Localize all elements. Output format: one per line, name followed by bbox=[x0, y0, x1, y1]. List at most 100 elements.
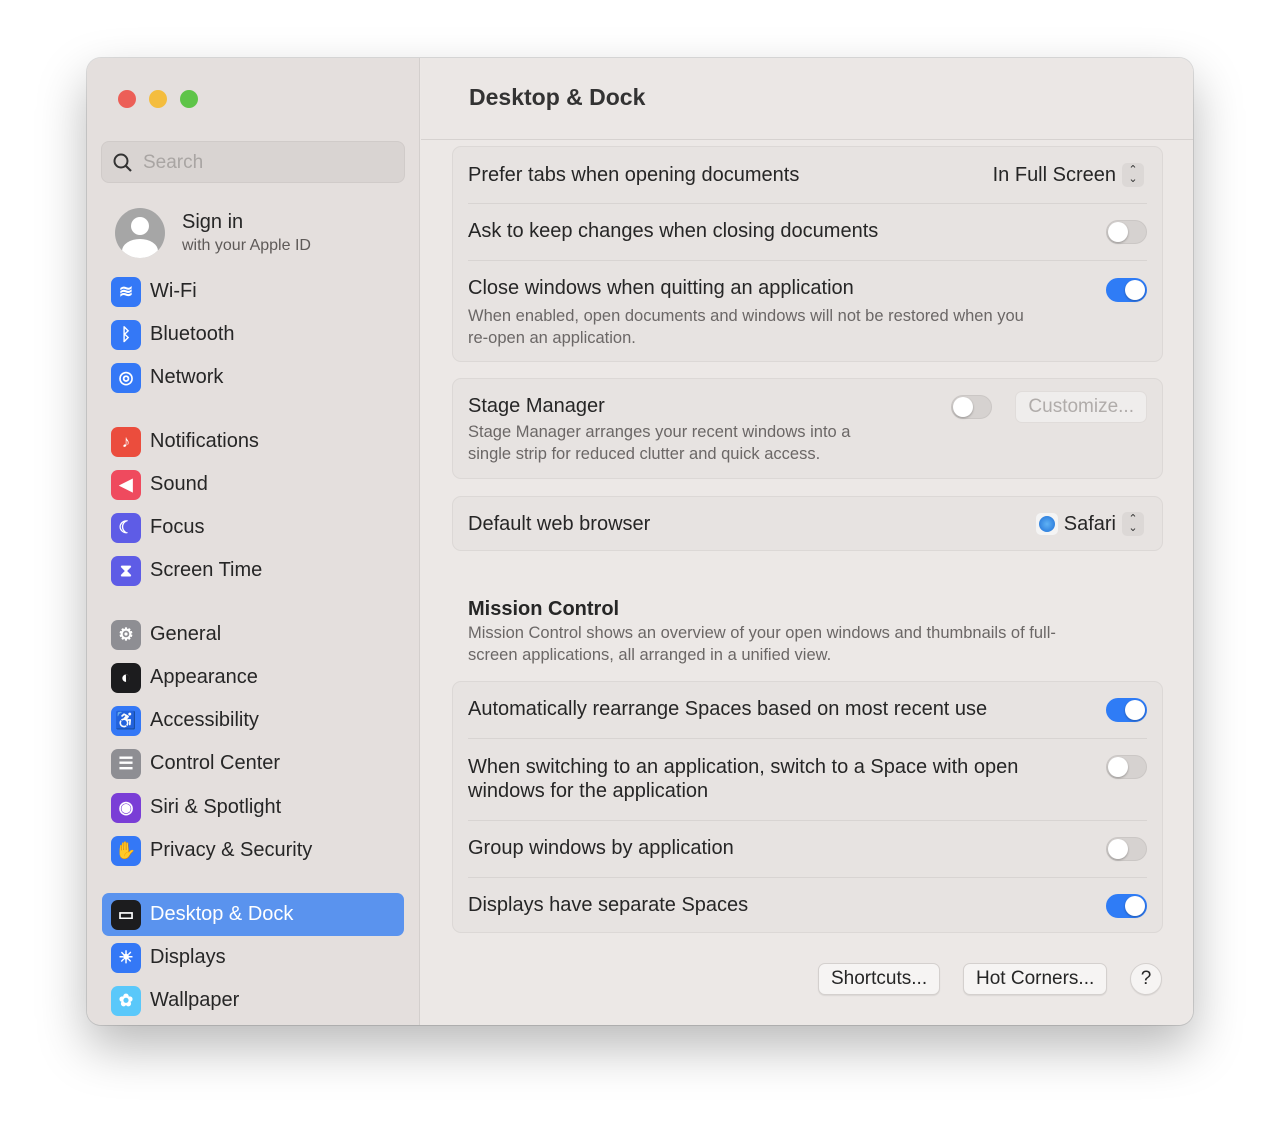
sidebar-item-label: Siri & Spotlight bbox=[150, 796, 282, 818]
ask-keep-changes-label: Ask to keep changes when closing documen… bbox=[468, 220, 879, 242]
moon-icon: ☾ bbox=[111, 513, 141, 543]
switch-space-toggle[interactable] bbox=[1106, 755, 1147, 779]
sidebar-item-wi-fi[interactable]: ≋ Wi-Fi bbox=[102, 270, 404, 313]
help-button[interactable]: ? bbox=[1130, 963, 1162, 995]
close-window-button[interactable] bbox=[118, 90, 136, 108]
appearance-icon: ◐ bbox=[111, 663, 141, 693]
sidebar-item-siri-spotlight[interactable]: ◉ Siri & Spotlight bbox=[102, 786, 404, 829]
hourglass-icon: ⧗ bbox=[111, 556, 141, 586]
hand-icon: ✋ bbox=[111, 836, 141, 866]
search-icon bbox=[113, 153, 132, 172]
accessibility-icon: ♿ bbox=[111, 706, 141, 736]
sign-in-subtitle: with your Apple ID bbox=[182, 237, 311, 254]
default-browser-select[interactable]: Safari ⌃ ⌄ bbox=[1035, 512, 1144, 536]
rearrange-spaces-toggle[interactable] bbox=[1106, 698, 1147, 722]
separate-spaces-label: Displays have separate Spaces bbox=[468, 894, 749, 916]
wifi-icon: ≋ bbox=[111, 277, 141, 307]
sidebar-item-general[interactable]: ⚙ General bbox=[102, 613, 404, 656]
stage-manager-group: Stage Manager Stage Manager arranges you… bbox=[452, 378, 1163, 479]
mission-control-heading: Mission Control bbox=[468, 598, 620, 620]
group-windows-label: Group windows by application bbox=[468, 837, 734, 859]
sidebar-item-label: Desktop & Dock bbox=[150, 903, 294, 925]
sidebar-item-accessibility[interactable]: ♿ Accessibility bbox=[102, 699, 404, 742]
flower-icon: ✿ bbox=[111, 986, 141, 1016]
sidebar-item-label: Network bbox=[150, 366, 224, 388]
sidebar: Search Sign in with your Apple ID ≋ Wi-Fi… bbox=[87, 58, 420, 1025]
rearrange-spaces-row: Automatically rearrange Spaces based on … bbox=[453, 682, 1162, 738]
sidebar-item-label: Appearance bbox=[150, 666, 258, 688]
sidebar-item-label: Sound bbox=[150, 473, 208, 495]
gear-icon: ⚙ bbox=[111, 620, 141, 650]
sidebar-item-label: Screen Time bbox=[150, 559, 263, 581]
sidebar-item-notifications[interactable]: ♪ Notifications bbox=[102, 420, 404, 463]
mission-control-group: Automatically rearrange Spaces based on … bbox=[452, 681, 1163, 933]
sidebar-item-label: Displays bbox=[150, 946, 226, 968]
sidebar-item-network[interactable]: ◎ Network bbox=[102, 356, 404, 399]
page-title: Desktop & Dock bbox=[469, 84, 646, 110]
bell-icon: ♪ bbox=[111, 427, 141, 457]
windows-settings-group: Prefer tabs when opening documents In Fu… bbox=[452, 146, 1163, 362]
search-input[interactable]: Search bbox=[101, 141, 405, 183]
switch-space-row: When switching to an application, switch… bbox=[453, 739, 1162, 820]
group-windows-row: Group windows by application bbox=[453, 821, 1162, 877]
sidebar-item-appearance[interactable]: ◐ Appearance bbox=[102, 656, 404, 699]
safari-icon bbox=[1035, 513, 1058, 535]
prefer-tabs-select[interactable]: In Full Screen ⌃ ⌄ bbox=[993, 163, 1144, 187]
close-windows-description: When enabled, open documents and windows… bbox=[468, 307, 1024, 347]
sidebar-item-privacy-security[interactable]: ✋ Privacy & Security bbox=[102, 829, 404, 872]
sidebar-item-bluetooth[interactable]: ᛒ Bluetooth bbox=[102, 313, 404, 356]
speaker-icon: ◀ bbox=[111, 470, 141, 500]
prefer-tabs-label: Prefer tabs when opening documents bbox=[468, 164, 800, 186]
toolbar: Desktop & Dock bbox=[421, 58, 1193, 140]
sidebar-item-control-center[interactable]: ☰ Control Center bbox=[102, 742, 404, 785]
hot-corners-button[interactable]: Hot Corners... bbox=[963, 963, 1108, 995]
stage-manager-description: Stage Manager arranges your recent windo… bbox=[468, 423, 851, 463]
rearrange-spaces-label: Automatically rearrange Spaces based on … bbox=[468, 698, 988, 720]
sidebar-item-label: Notifications bbox=[150, 430, 259, 452]
content-pane: Desktop & Dock Prefer tabs when opening … bbox=[421, 58, 1193, 1025]
ask-keep-changes-toggle[interactable] bbox=[1106, 220, 1147, 244]
sidebar-item-screen-time[interactable]: ⧗ Screen Time bbox=[102, 549, 404, 592]
sidebar-item-label: Focus bbox=[150, 516, 205, 538]
control-center-icon: ☰ bbox=[111, 749, 141, 779]
stage-manager-label: Stage Manager bbox=[468, 395, 605, 417]
default-browser-group: Default web browser Safari ⌃ ⌄ bbox=[452, 496, 1163, 551]
close-windows-toggle[interactable] bbox=[1106, 278, 1147, 302]
sidebar-item-desktop-dock[interactable]: ▭ Desktop & Dock bbox=[102, 893, 404, 936]
separate-spaces-row: Displays have separate Spaces bbox=[453, 878, 1162, 934]
sidebar-item-label: Wallpaper bbox=[150, 989, 240, 1011]
prefer-tabs-row: Prefer tabs when opening documents In Fu… bbox=[453, 147, 1162, 203]
sidebar-item-focus[interactable]: ☾ Focus bbox=[102, 506, 404, 549]
sidebar-item-wallpaper[interactable]: ✿ Wallpaper bbox=[102, 979, 404, 1022]
search-placeholder: Search bbox=[143, 152, 204, 173]
avatar bbox=[115, 208, 165, 258]
zoom-window-button[interactable] bbox=[180, 90, 198, 108]
chevron-up-down-icon: ⌃ ⌄ bbox=[1122, 512, 1144, 536]
sidebar-item-displays[interactable]: ☀ Displays bbox=[102, 936, 404, 979]
sidebar-item-sound[interactable]: ◀ Sound bbox=[102, 463, 404, 506]
sign-in-title: Sign in bbox=[182, 211, 244, 233]
siri-icon: ◉ bbox=[111, 793, 141, 823]
sidebar-item-label: General bbox=[150, 623, 222, 645]
chevron-up-down-icon: ⌃ ⌄ bbox=[1122, 163, 1144, 187]
default-browser-value: Safari bbox=[1063, 512, 1116, 535]
ask-keep-changes-row: Ask to keep changes when closing documen… bbox=[453, 204, 1162, 261]
prefer-tabs-value: In Full Screen bbox=[992, 163, 1116, 186]
close-windows-row: Close windows when quitting an applicati… bbox=[453, 261, 1162, 361]
sidebar-item-label: Bluetooth bbox=[150, 323, 235, 345]
separate-spaces-toggle[interactable] bbox=[1106, 894, 1147, 918]
group-windows-toggle[interactable] bbox=[1106, 837, 1147, 861]
sidebar-item-label: Control Center bbox=[150, 752, 281, 774]
sidebar-item-label: Privacy & Security bbox=[150, 839, 313, 861]
stage-manager-toggle[interactable] bbox=[951, 395, 992, 419]
globe-icon: ◎ bbox=[111, 363, 141, 393]
minimize-window-button[interactable] bbox=[149, 90, 167, 108]
default-browser-label: Default web browser bbox=[468, 513, 651, 535]
settings-window: Search Sign in with your Apple ID ≋ Wi-Fi… bbox=[87, 58, 1193, 1025]
shortcuts-button[interactable]: Shortcuts... bbox=[818, 963, 941, 995]
mission-control-description: Mission Control shows an overview of you… bbox=[468, 624, 1056, 664]
sidebar-item-label: Accessibility bbox=[150, 709, 259, 731]
customize-button[interactable]: Customize... bbox=[1015, 391, 1147, 423]
bluetooth-icon: ᛒ bbox=[111, 320, 141, 350]
switch-space-label: When switching to an application, switch… bbox=[468, 756, 1019, 802]
